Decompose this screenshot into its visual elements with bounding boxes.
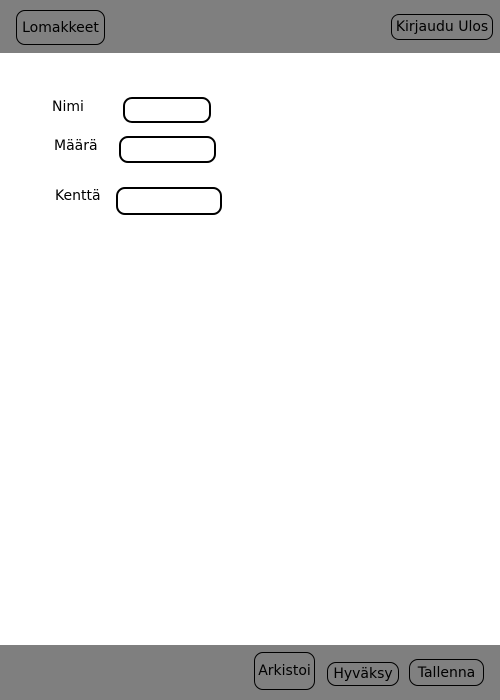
approve-button[interactable]: Hyväksy [327,662,399,686]
logout-button[interactable]: Kirjaudu Ulos [391,14,493,40]
save-button[interactable]: Tallenna [409,659,484,686]
name-field[interactable] [123,97,211,123]
amount-field[interactable] [119,136,216,163]
top-bar: Lomakkeet Kirjaudu Ulos [0,0,500,53]
bottom-bar: Arkistoi Hyväksy Tallenna [0,645,500,700]
amount-label: Määrä [54,138,98,154]
field-label: Kenttä [55,188,101,204]
field-input[interactable] [116,187,222,215]
name-label: Nimi [52,99,84,115]
forms-button[interactable]: Lomakkeet [16,10,105,45]
archive-button[interactable]: Arkistoi [254,652,315,690]
